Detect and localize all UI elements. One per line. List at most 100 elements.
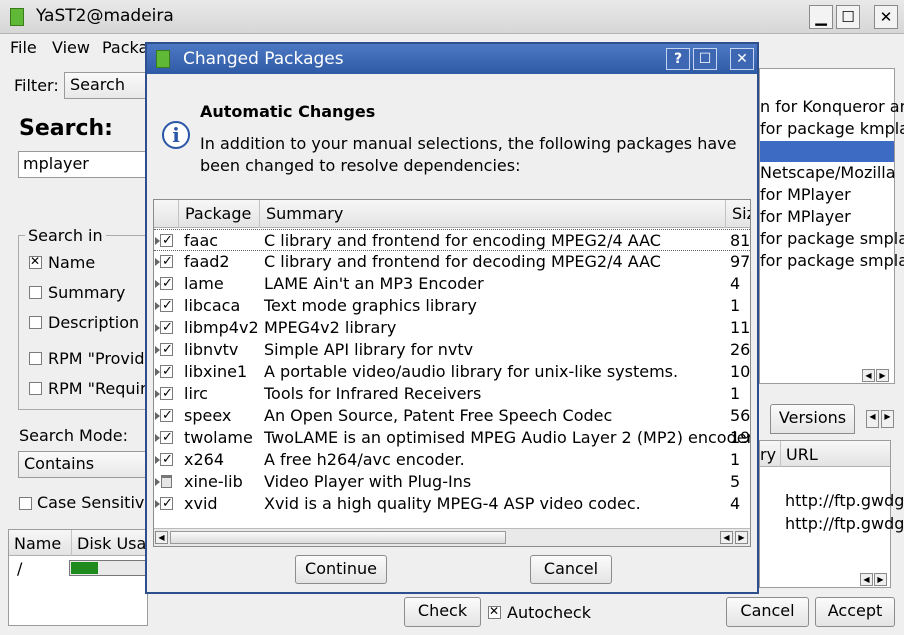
install-checkbox[interactable]	[160, 427, 173, 449]
maximize-icon[interactable]: ☐	[693, 48, 717, 70]
tab-versions[interactable]: Versions	[770, 404, 855, 434]
changed-packages-table[interactable]: Package Summary Size faac C library and f…	[153, 199, 751, 547]
table-row[interactable]: x264 A free h264/avc encoder. 1	[154, 449, 750, 471]
dialog-titlebar: Changed Packages ? ☐ ✕	[147, 44, 757, 74]
search-in-label: Search in	[25, 226, 106, 245]
help-icon[interactable]: ?	[666, 48, 690, 70]
expand-arrow-icon[interactable]	[155, 478, 160, 486]
continue-button[interactable]: Continue	[295, 555, 387, 584]
dialog-cancel-button[interactable]: Cancel	[530, 555, 612, 584]
hscroll-thumb[interactable]	[170, 531, 506, 544]
install-checkbox[interactable]	[160, 339, 173, 361]
maximize-icon[interactable]: ☐	[836, 5, 860, 29]
list-scroll-left[interactable]: ◀	[862, 369, 875, 382]
install-checkbox[interactable]	[160, 251, 173, 273]
filter-label: Filter:	[14, 76, 59, 95]
cell-summary: MPEG4v2 library	[264, 318, 397, 337]
hscroll-right[interactable]: ▶	[735, 531, 748, 544]
install-checkbox[interactable]	[160, 361, 173, 383]
install-checkbox[interactable]	[160, 449, 173, 471]
col-size[interactable]: Size	[726, 200, 750, 228]
selected-package-row[interactable]	[760, 141, 894, 162]
search-heading: Search:	[19, 116, 113, 141]
search-mode-combo[interactable]: Contains	[18, 451, 148, 478]
cell-size: 56	[730, 406, 751, 425]
close-icon[interactable]: ✕	[874, 5, 898, 29]
cell-name: speex	[184, 406, 232, 425]
install-checkbox[interactable]	[160, 405, 173, 427]
install-checkbox[interactable]	[160, 317, 173, 339]
filter-combo[interactable]: Search	[64, 72, 154, 99]
table-row[interactable]: libxine1 A portable video/audio library f…	[154, 361, 750, 383]
autocheck-label: Autocheck	[507, 603, 591, 622]
cell-name: x264	[184, 450, 225, 469]
col-status[interactable]	[154, 200, 179, 228]
list-scroll-right[interactable]: ▶	[876, 369, 889, 382]
rpm-provides-checkbox[interactable]	[29, 352, 42, 365]
cell-name: lame	[184, 274, 224, 293]
cell-summary: Tools for Infrared Receivers	[264, 384, 482, 403]
table-row[interactable]: twolame TwoLAME is an optimised MPEG Audi…	[154, 427, 750, 449]
dialog-heading: Automatic Changes	[200, 102, 376, 121]
version-url-2: http://ftp.gwdg	[785, 514, 904, 533]
table-row[interactable]: lame LAME Ain't an MP3 Encoder 4	[154, 273, 750, 295]
install-checkbox[interactable]	[160, 383, 173, 405]
check-button[interactable]: Check	[404, 597, 481, 627]
tabs-scroll-right[interactable]: ▶	[881, 410, 894, 428]
table-hscrollbar[interactable]: ◀ ◀ ▶	[154, 528, 750, 546]
cell-name: faac	[184, 231, 219, 250]
minimize-icon[interactable]: ▁	[809, 5, 833, 29]
table-row[interactable]: lirc Tools for Infrared Receivers 1	[154, 383, 750, 405]
menu-view[interactable]: View	[52, 38, 90, 57]
description-checkbox[interactable]	[29, 316, 42, 329]
cell-size: 1	[730, 384, 741, 403]
tabs-scroll-left[interactable]: ◀	[866, 410, 879, 428]
accept-button[interactable]: Accept	[815, 597, 895, 627]
cell-name: libmp4v2	[184, 318, 259, 337]
col-summary[interactable]: Summary	[260, 200, 726, 228]
versions-scroll-left[interactable]: ◀	[860, 573, 873, 586]
table-row[interactable]: speex An Open Source, Patent Free Speech …	[154, 405, 751, 427]
install-checkbox[interactable]	[160, 295, 173, 317]
table-row[interactable]: libmp4v2 MPEG4v2 library 11	[154, 317, 750, 339]
cell-name: lirc	[184, 384, 208, 403]
hscroll-left[interactable]: ◀	[155, 531, 168, 544]
table-row[interactable]: libcaca Text mode graphics library 1	[154, 295, 750, 317]
main-cancel-button[interactable]: Cancel	[726, 597, 809, 627]
delete-icon[interactable]	[161, 475, 172, 488]
versions-scroll-right[interactable]: ▶	[874, 573, 887, 586]
cell-summary: C library and frontend for encoding MPEG…	[264, 231, 661, 250]
case-sensitive-checkbox[interactable]	[19, 497, 32, 510]
table-row[interactable]: xine-lib Video Player with Plug-Ins 5	[154, 471, 750, 493]
autocheck-checkbox[interactable]	[488, 604, 501, 619]
table-row[interactable]: xvid Xvid is a high quality MPEG-4 ASP vi…	[154, 493, 750, 515]
table-row[interactable]: faac C library and frontend for encoding …	[154, 229, 751, 252]
name-checkbox[interactable]	[29, 254, 42, 269]
disk-usage-table: Name Disk Usage /	[8, 529, 166, 626]
table-header: Package Summary Size	[154, 200, 750, 228]
install-checkbox[interactable]	[160, 273, 173, 295]
cell-name: faad2	[184, 252, 230, 271]
cell-summary: C library and frontend for decoding MPEG…	[264, 252, 661, 271]
cell-size: 1	[730, 450, 741, 469]
menu-file[interactable]: File	[10, 38, 37, 57]
cell-size: 813	[730, 231, 751, 250]
yast-icon	[156, 50, 170, 68]
version-url-1: http://ftp.gwdg	[785, 491, 904, 510]
table-row[interactable]: libnvtv Simple API library for nvtv 26	[154, 339, 750, 361]
summary-checkbox[interactable]	[29, 286, 42, 299]
hscroll-left2[interactable]: ◀	[720, 531, 733, 544]
disk-col-name: Name	[14, 534, 62, 553]
col-package[interactable]: Package	[179, 200, 260, 228]
table-row[interactable]: faad2 C library and frontend for decoding…	[154, 251, 751, 273]
rpm-requires-checkbox[interactable]	[29, 382, 42, 395]
close-icon[interactable]: ✕	[730, 48, 754, 70]
case-sensitive-label: Case Sensitive	[37, 493, 155, 512]
install-checkbox[interactable]	[160, 230, 173, 252]
install-checkbox[interactable]	[160, 493, 173, 515]
cell-size: 973	[730, 252, 751, 271]
cell-name: twolame	[184, 428, 253, 447]
dialog-message: In addition to your manual selections, t…	[200, 134, 737, 175]
search-input[interactable]: mplayer	[18, 151, 148, 178]
cell-name: xvid	[184, 494, 218, 513]
